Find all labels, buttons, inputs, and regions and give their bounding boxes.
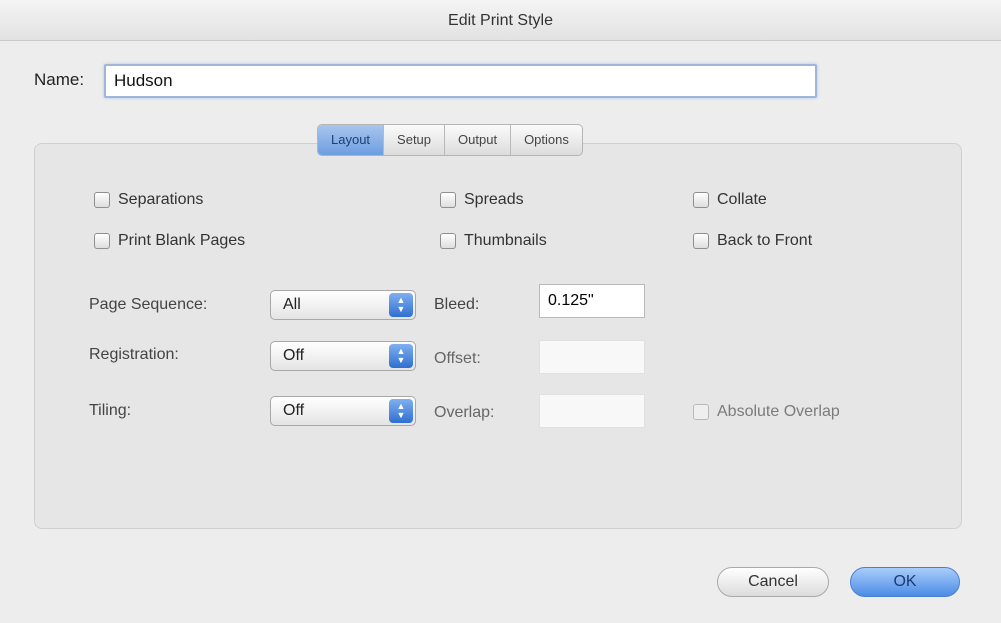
checkbox-box[interactable] bbox=[693, 192, 709, 208]
page-sequence-label: Page Sequence: bbox=[89, 296, 208, 313]
tiling-value: Off bbox=[283, 402, 305, 419]
spreads-label: Spreads bbox=[464, 191, 524, 208]
tab-options[interactable]: Options bbox=[511, 125, 582, 155]
checkbox-box[interactable] bbox=[693, 233, 709, 249]
popup-arrows-icon: ▲ ▼ bbox=[389, 399, 413, 423]
popup-arrows-icon: ▲ ▼ bbox=[389, 344, 413, 368]
offset-label: Offset: bbox=[434, 350, 481, 367]
cancel-button[interactable]: Cancel bbox=[717, 567, 829, 597]
page-sequence-value: All bbox=[283, 296, 301, 313]
popup-arrows-icon: ▲ ▼ bbox=[389, 293, 413, 317]
collate-label: Collate bbox=[717, 191, 767, 208]
registration-value: Off bbox=[283, 347, 305, 364]
page-sequence-popup[interactable]: All ▲ ▼ bbox=[270, 290, 416, 320]
tab-layout[interactable]: Layout bbox=[318, 125, 385, 155]
checkbox-box[interactable] bbox=[440, 233, 456, 249]
back-to-front-checkbox[interactable]: Back to Front bbox=[693, 232, 812, 250]
name-input[interactable] bbox=[104, 64, 817, 98]
tab-output[interactable]: Output bbox=[445, 125, 512, 155]
print-blank-pages-checkbox[interactable]: Print Blank Pages bbox=[94, 232, 245, 250]
thumbnails-label: Thumbnails bbox=[464, 232, 547, 249]
checkbox-box[interactable] bbox=[693, 404, 709, 420]
registration-label: Registration: bbox=[89, 346, 179, 363]
separations-checkbox[interactable]: Separations bbox=[94, 191, 203, 209]
back-to-front-label: Back to Front bbox=[717, 232, 813, 249]
tab-bar: Layout Setup Output Options bbox=[317, 124, 583, 156]
ok-button[interactable]: OK bbox=[850, 567, 960, 597]
registration-popup[interactable]: Off ▲ ▼ bbox=[270, 341, 416, 371]
checkbox-box[interactable] bbox=[440, 192, 456, 208]
offset-field[interactable] bbox=[539, 340, 645, 374]
absolute-overlap-checkbox[interactable]: Absolute Overlap bbox=[693, 403, 840, 421]
window-title: Edit Print Style bbox=[0, 0, 1001, 41]
name-label: Name: bbox=[34, 70, 85, 89]
spreads-checkbox[interactable]: Spreads bbox=[440, 191, 524, 209]
collate-checkbox[interactable]: Collate bbox=[693, 191, 767, 209]
overlap-label: Overlap: bbox=[434, 404, 495, 421]
checkbox-box[interactable] bbox=[94, 233, 110, 249]
absolute-overlap-label: Absolute Overlap bbox=[717, 403, 840, 420]
print-blank-pages-label: Print Blank Pages bbox=[118, 232, 246, 249]
tiling-popup[interactable]: Off ▲ ▼ bbox=[270, 396, 416, 426]
tab-setup[interactable]: Setup bbox=[384, 125, 446, 155]
tiling-label: Tiling: bbox=[89, 402, 132, 419]
bleed-field[interactable] bbox=[539, 284, 645, 318]
checkbox-box[interactable] bbox=[94, 192, 110, 208]
bleed-label: Bleed: bbox=[434, 296, 480, 313]
separations-label: Separations bbox=[118, 191, 204, 208]
thumbnails-checkbox[interactable]: Thumbnails bbox=[440, 232, 547, 250]
overlap-field[interactable] bbox=[539, 394, 645, 428]
edit-print-style-dialog: Edit Print Style Name: Layout Setup Outp… bbox=[0, 0, 1001, 623]
